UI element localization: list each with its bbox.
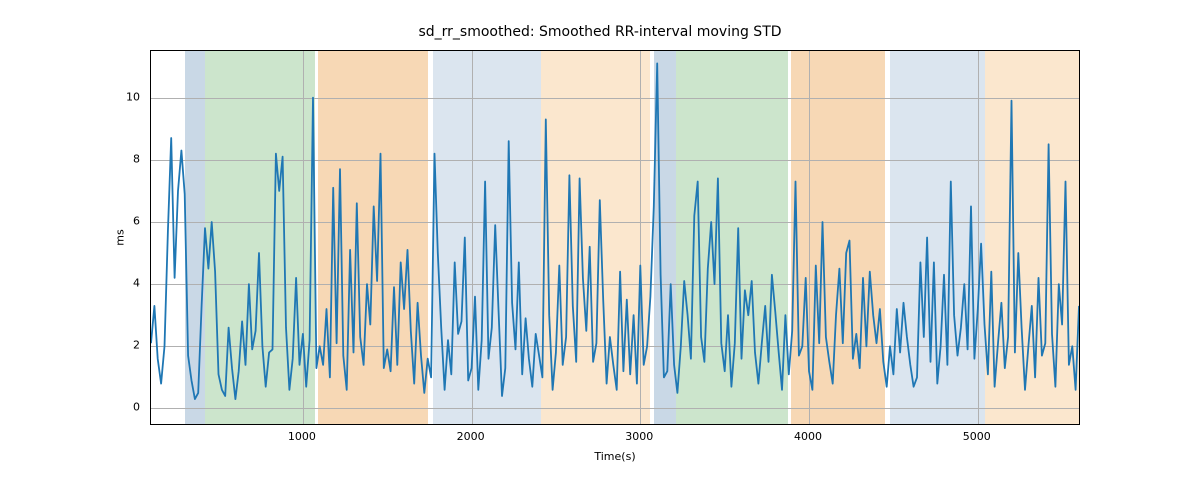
y-tick-label: 0: [133, 401, 140, 414]
y-tick-label: 6: [133, 214, 140, 227]
x-tick-label: 1000: [288, 430, 316, 443]
x-tick-label: 5000: [963, 430, 991, 443]
y-tick-label: 8: [133, 152, 140, 165]
y-axis-label: ms: [110, 50, 130, 425]
y-tick-label: 2: [133, 339, 140, 352]
x-tick-label: 4000: [794, 430, 822, 443]
chart-figure: sd_rr_smoothed: Smoothed RR-interval mov…: [0, 0, 1200, 500]
plot-area: [150, 50, 1080, 425]
y-tick-label: 4: [133, 277, 140, 290]
x-tick-label: 3000: [625, 430, 653, 443]
x-axis-label: Time(s): [150, 450, 1080, 463]
data-line: [151, 51, 1079, 424]
chart-title: sd_rr_smoothed: Smoothed RR-interval mov…: [0, 24, 1200, 40]
x-tick-label: 2000: [457, 430, 485, 443]
y-tick-label: 10: [126, 90, 140, 103]
